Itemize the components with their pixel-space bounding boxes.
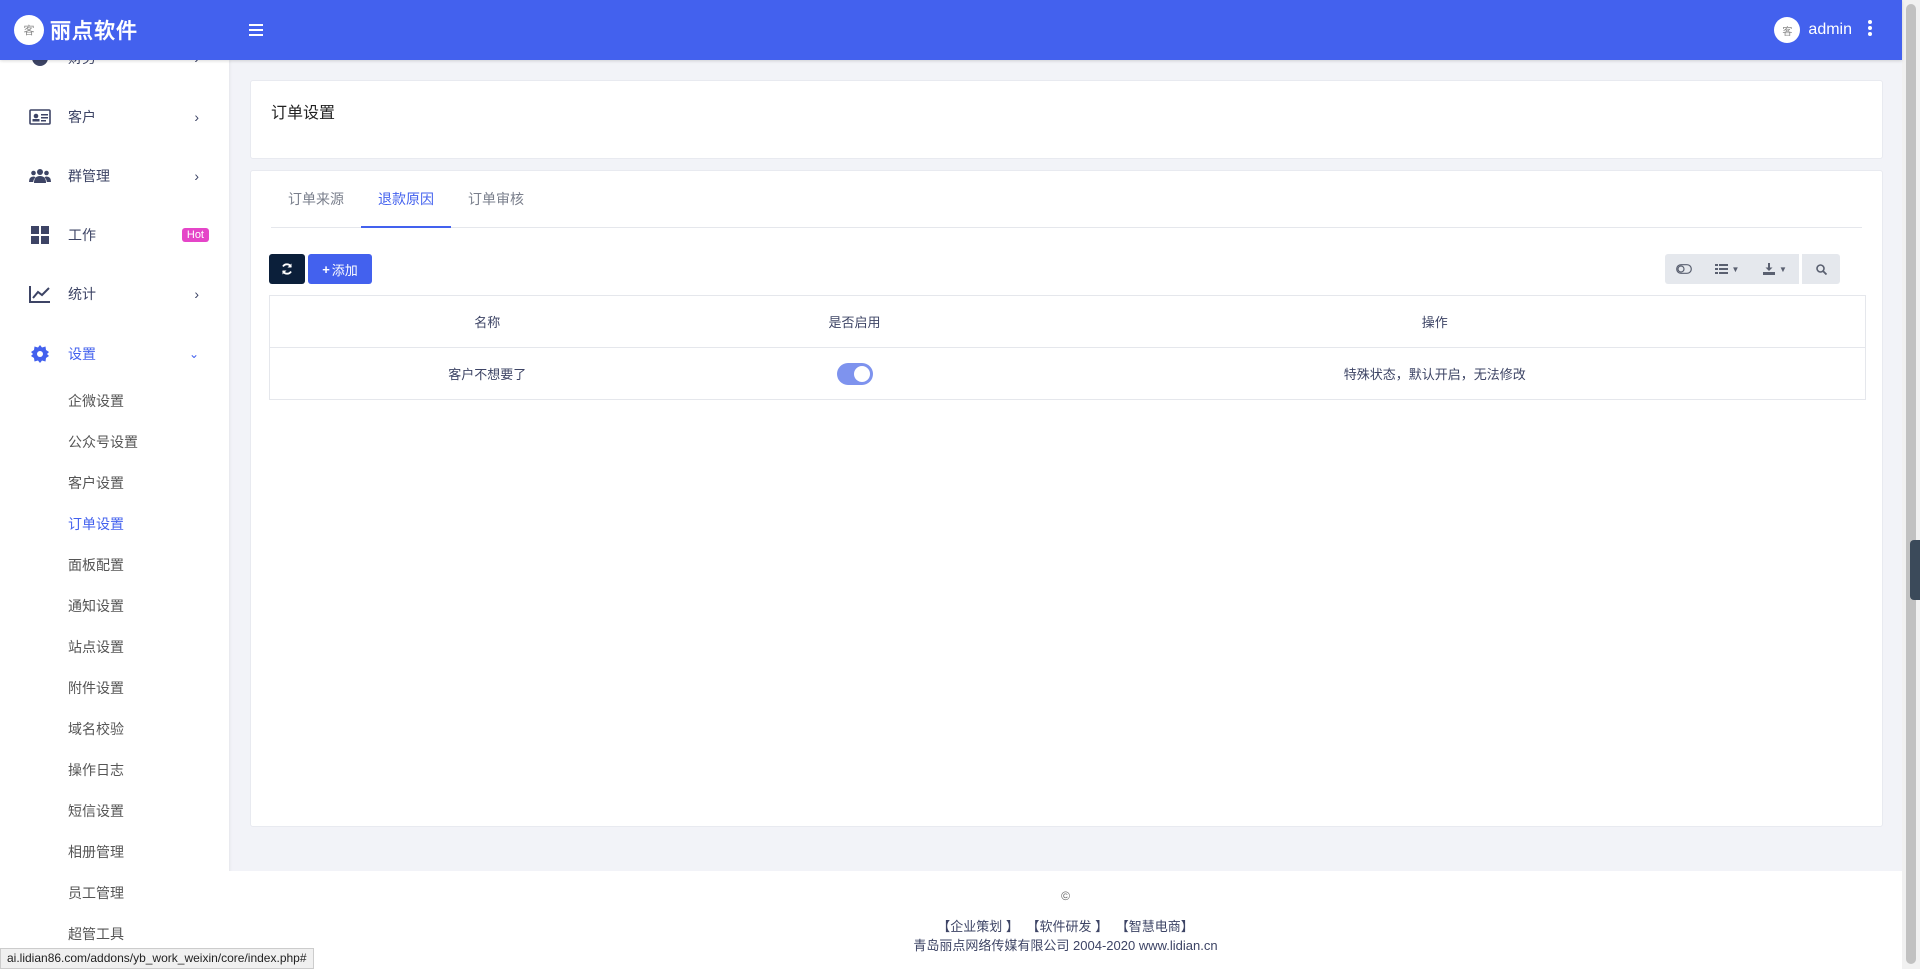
users-icon [28,164,52,188]
chevron-down-icon: ⌄ [188,347,199,361]
sidebar-subitem[interactable]: 客户设置 [68,473,124,493]
copyright: © [1061,889,1070,903]
brand-name: 丽点软件 [50,20,138,43]
table-toolbar: ▼ ▼ [1665,254,1840,284]
page-header-card: 订单设置 [250,80,1883,159]
sidebar-item-work[interactable]: 工作 Hot [0,215,229,255]
top-navbar: 客 丽点软件 客 admin [0,0,1902,60]
tab-order-review[interactable]: 订单审核 [451,171,541,228]
sidebar-item-label: 工作 [68,227,96,243]
sidebar-item-groups[interactable]: 群管理 › [0,156,229,196]
sidebar-subitem[interactable]: 通知设置 [68,596,124,616]
avatar[interactable]: 客 [1774,17,1801,43]
tab-refund-reason[interactable]: 退款原因 [361,171,451,228]
sidebar-item-stats[interactable]: 统计 › [0,274,229,314]
kebab-icon[interactable] [1868,19,1872,42]
sidebar-item-finance[interactable]: 财务 › [0,60,229,78]
column-header-enabled[interactable]: 是否启用 [704,295,1005,348]
sidebar-item-label: 财务 [68,60,96,68]
add-button[interactable]: + 添加 [308,254,372,284]
chevron-right-icon: › [194,60,199,66]
export-icon [1763,263,1776,275]
finance-icon [28,60,52,70]
page-title: 订单设置 [271,105,336,122]
chevron-right-icon: › [194,109,199,125]
user-name[interactable]: admin [1808,21,1852,39]
sidebar-subitem[interactable]: 短信设置 [68,801,124,821]
sidebar-subitem[interactable]: 站点设置 [68,637,124,657]
footer-company: 青岛丽点网络传媒有限公司 2004-2020 www.lidian.cn [913,938,1218,953]
gear-icon [28,342,52,366]
tab-order-source[interactable]: 订单来源 [271,171,361,228]
refresh-icon [282,263,292,275]
footer: © 【企业策划 】 【软件研发 】 【智慧电商】 青岛丽点网络传媒有限公司 20… [229,871,1902,969]
plus-icon: + [322,261,330,277]
cell-enabled [704,347,1005,400]
toggle-view-button[interactable] [1665,254,1703,284]
caret-down-icon: ▼ [1779,264,1787,274]
sidebar-subitem[interactable]: 企微设置 [68,391,124,411]
refresh-button[interactable] [269,254,305,284]
hot-badge: Hot [181,228,209,242]
export-button[interactable]: ▼ [1751,254,1799,284]
sidebar-subitem[interactable]: 公众号设置 [68,432,138,452]
footer-link[interactable]: 【软件研发 】 [1026,919,1108,934]
refund-reason-table: 名称 是否启用 操作 客户不想要了 特殊状态，默认开启，无法修改 [269,295,1866,400]
sidebar-subitem[interactable]: 超管工具 [68,924,124,944]
cell-name: 客户不想要了 [269,347,705,400]
chevron-right-icon: › [194,286,199,302]
scrollbar[interactable] [1902,0,1920,969]
sidebar-item-label: 客户 [68,109,96,125]
hamburger-icon[interactable] [249,20,263,41]
sidebar-subitem[interactable]: 域名校验 [68,719,124,739]
columns-button[interactable]: ▼ [1703,254,1751,284]
sidebar-item-label: 设置 [68,346,96,362]
status-bar-url: ai.lidian86.com/addons/yb_work_weixin/co… [0,948,314,969]
column-header-action[interactable]: 操作 [1004,295,1866,348]
search-button[interactable] [1802,254,1840,284]
chevron-right-icon: › [194,168,199,184]
table-row: 客户不想要了 特殊状态，默认开启，无法修改 [269,347,1866,400]
tab-bar: 订单来源 退款原因 订单审核 [271,171,1862,228]
chart-line-icon [28,282,52,306]
add-button-label: 添加 [331,262,358,278]
toggle-view-icon [1676,264,1692,274]
sidebar-subitem[interactable]: 相册管理 [68,842,124,862]
floating-side-handle[interactable] [1910,540,1920,600]
cell-action: 特殊状态，默认开启，无法修改 [1004,347,1866,400]
footer-link[interactable]: 【企业策划 】 [937,919,1019,934]
sidebar: 财务 › 客户 › 群管理 › 工作 Hot 统计 › 设置 ⌄ [0,60,229,969]
sidebar-subitem[interactable]: 员工管理 [68,883,124,903]
sidebar-subitem[interactable]: 面板配置 [68,555,124,575]
footer-links: 【企业策划 】 【软件研发 】 【智慧电商】 [229,916,1902,935]
id-card-icon [28,105,52,129]
caret-down-icon: ▼ [1731,264,1740,274]
footer-link[interactable]: 【智慧电商】 [1116,919,1194,934]
sidebar-item-label: 统计 [68,286,96,302]
brand-logo: 客 [14,15,44,45]
grid-icon [28,223,52,247]
search-icon [1815,263,1827,275]
content-card: 订单来源 退款原因 订单审核 + 添加 ▼ ▼ 名称 是否启用 操作 客户不想要… [250,170,1883,827]
sidebar-subitem[interactable]: 附件设置 [68,678,124,698]
sidebar-subitem[interactable]: 操作日志 [68,760,124,780]
sidebar-item-customer[interactable]: 客户 › [0,97,229,137]
enabled-toggle[interactable] [836,362,873,385]
scrollbar-thumb[interactable] [1906,4,1916,964]
sidebar-item-label: 群管理 [68,168,110,184]
sidebar-subitem-active[interactable]: 订单设置 [68,514,124,534]
columns-icon [1714,264,1728,274]
column-header-name[interactable]: 名称 [269,295,705,348]
sidebar-item-settings[interactable]: 设置 ⌄ [0,334,229,374]
brand[interactable]: 客 丽点软件 [0,0,229,60]
